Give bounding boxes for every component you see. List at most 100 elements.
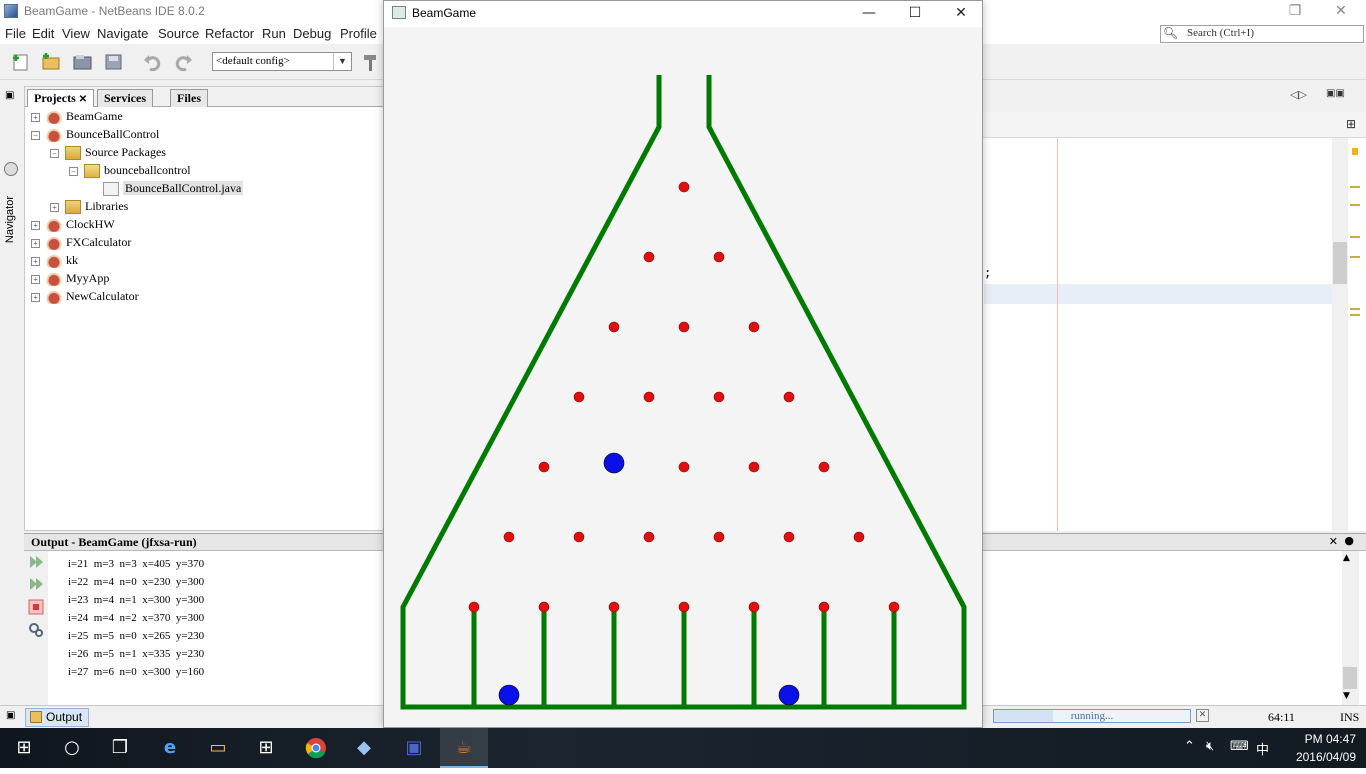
file-explorer-icon[interactable]: ▭	[194, 728, 242, 768]
tree-item[interactable]: + MyyApp	[31, 269, 109, 287]
scroll-down-icon[interactable]: ▼	[1343, 691, 1350, 701]
error-stripe-mark[interactable]	[1350, 236, 1360, 238]
error-stripe-mark[interactable]	[1350, 256, 1360, 258]
chevron-up-icon[interactable]: ⌃	[1184, 739, 1195, 754]
navigator-tab[interactable]: Navigator	[4, 196, 16, 243]
output-minimized-tab[interactable]: Output	[25, 708, 90, 727]
redo-icon[interactable]	[172, 52, 194, 72]
peg	[503, 531, 515, 543]
minimize-output-icon[interactable]: ▣	[6, 710, 15, 721]
save-all-icon[interactable]	[103, 52, 125, 72]
floppy-app-icon[interactable]: ▣	[390, 728, 438, 768]
expand-icon[interactable]: +	[31, 238, 40, 248]
error-stripe-mark[interactable]	[1350, 308, 1360, 310]
ime-indicator[interactable]: 中	[1256, 739, 1269, 758]
ball	[603, 452, 625, 474]
open-project-icon[interactable]	[72, 52, 94, 72]
expand-icon[interactable]: +	[31, 112, 40, 122]
rerun-icon[interactable]	[28, 554, 44, 570]
menu-edit[interactable]: Edit	[32, 26, 54, 41]
editor-scrollbar[interactable]	[1332, 138, 1348, 531]
chevron-down-icon: ▼	[333, 53, 351, 70]
scroll-tabs-left-icon[interactable]: ◁▷	[1290, 88, 1307, 101]
stop-icon[interactable]	[28, 599, 44, 615]
menu-run[interactable]: Run	[262, 26, 286, 41]
project-icon	[46, 272, 62, 287]
search-button[interactable]: ○	[48, 728, 96, 768]
virtualbox-app-icon[interactable]: ◆	[340, 728, 388, 768]
chrome-app-icon[interactable]	[292, 728, 340, 768]
tree-item[interactable]: − bounceballcontrol	[69, 161, 191, 179]
menu-refactor[interactable]: Refactor	[205, 26, 254, 41]
expand-icon[interactable]: +	[31, 256, 40, 266]
scroll-up-icon[interactable]: ▲	[1343, 553, 1350, 563]
menu-debug[interactable]: Debug	[293, 26, 331, 41]
tab-list-icon[interactable]: ▣▣	[1326, 88, 1345, 99]
search-input[interactable]: 🔍︎ Search (Ctrl+I)	[1160, 25, 1364, 43]
peg	[818, 461, 830, 473]
caret-position: 64:11	[1268, 710, 1295, 724]
output-scrollbar[interactable]: ▲ ▼	[1342, 551, 1359, 706]
output-options-icon[interactable]: ●	[1344, 534, 1354, 547]
menu-view[interactable]: View	[62, 26, 90, 41]
close-game-icon[interactable]: ✕	[938, 1, 984, 27]
tree-item[interactable]: + NewCalculator	[31, 287, 139, 305]
output-scrollbar-thumb[interactable]	[1343, 667, 1357, 689]
peg	[748, 321, 760, 333]
system-tray: ⌃ 🔇︎ ⌨ 中 PM 04:47 2016/04/09	[1180, 728, 1366, 768]
undo-icon[interactable]	[142, 52, 164, 72]
keyboard-icon[interactable]: ⌨	[1230, 739, 1249, 754]
tree-item[interactable]: + Libraries	[50, 197, 128, 215]
start-button[interactable]: ⊞	[0, 728, 48, 768]
restore-icon[interactable]: ❐	[1280, 2, 1310, 22]
clock[interactable]: PM 04:47 2016/04/09	[1296, 730, 1356, 766]
tree-item[interactable]: − BounceBallControl	[31, 125, 159, 143]
error-stripe-mark[interactable]	[1350, 204, 1360, 206]
edge-app-icon[interactable]: e	[146, 728, 194, 768]
collapse-icon[interactable]: −	[31, 130, 40, 140]
menu-navigate[interactable]: Navigate	[97, 26, 148, 41]
collapse-icon[interactable]: −	[69, 166, 78, 176]
expand-icon[interactable]: +	[31, 292, 40, 302]
new-project-icon[interactable]	[40, 52, 62, 72]
menu-source[interactable]: Source	[158, 26, 199, 41]
cancel-task-icon[interactable]: ✕	[1196, 709, 1209, 722]
tree-item[interactable]: BounceBallControl.java	[88, 179, 244, 197]
expand-icon[interactable]: +	[31, 274, 40, 284]
expand-icon[interactable]: +	[50, 202, 59, 212]
tab-files[interactable]: Files	[170, 89, 208, 107]
tab-projects[interactable]: Projects ✕	[27, 89, 95, 107]
volume-muted-icon[interactable]: 🔇︎	[1206, 739, 1214, 754]
config-select[interactable]: <default config> ▼	[212, 52, 352, 71]
minimize-panel-icon[interactable]: ▣	[5, 90, 14, 101]
rerun-with-options-icon[interactable]	[28, 576, 44, 592]
warning-marker[interactable]	[1352, 148, 1358, 155]
tab-services[interactable]: Services	[97, 89, 153, 107]
collapse-icon[interactable]: −	[50, 148, 59, 158]
error-stripe-mark[interactable]	[1350, 186, 1360, 188]
store-app-icon[interactable]: ⊞	[242, 728, 290, 768]
game-board[interactable]	[384, 27, 982, 727]
menu-file[interactable]: File	[5, 26, 26, 41]
build-hammer-icon[interactable]	[360, 52, 382, 72]
menu-profile[interactable]: Profile	[340, 26, 377, 41]
maximize-icon[interactable]: ☐	[892, 1, 938, 27]
tree-item[interactable]: + BeamGame	[31, 107, 123, 125]
tree-item[interactable]: + kk	[31, 251, 78, 269]
close-output-icon[interactable]: ✕	[1329, 535, 1338, 548]
minimize-icon[interactable]: —	[846, 1, 892, 27]
split-editor-icon[interactable]: ⊞	[1346, 117, 1356, 131]
expand-icon[interactable]: +	[31, 220, 40, 230]
tree-item[interactable]: + FXCalculator	[31, 233, 131, 251]
java-app-icon[interactable]: ☕	[440, 728, 488, 768]
error-stripe-mark[interactable]	[1350, 314, 1360, 316]
tree-item[interactable]: − Source Packages	[50, 143, 166, 161]
task-view-button[interactable]: ❐	[96, 728, 144, 768]
new-file-icon[interactable]	[10, 52, 32, 72]
editor-scrollbar-thumb[interactable]	[1333, 242, 1347, 284]
close-tab-icon[interactable]: ✕	[79, 94, 87, 105]
tree-item[interactable]: + ClockHW	[31, 215, 115, 233]
settings-icon[interactable]	[28, 622, 44, 638]
close-icon[interactable]: ✕	[1326, 2, 1356, 22]
peg	[678, 461, 690, 473]
